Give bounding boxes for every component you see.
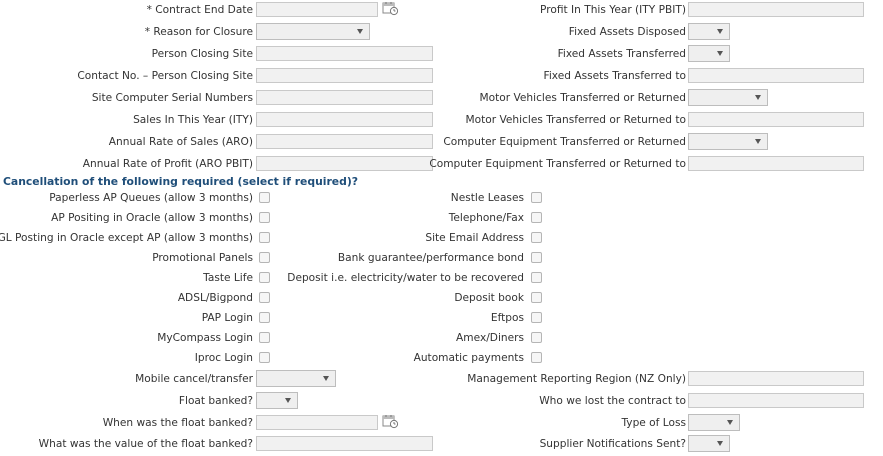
fixed-assets-disposed-select[interactable]	[688, 23, 730, 40]
when-float-banked-label: When was the float banked?	[102, 417, 253, 429]
motor-vehicles-transferred-select[interactable]	[688, 89, 768, 106]
annual-rate-of-profit-label: Annual Rate of Profit (ARO PBIT)	[82, 158, 253, 170]
chevron-down-icon	[357, 29, 363, 34]
mobile-cancel-transfer-select[interactable]	[256, 370, 336, 387]
cancellation-checkbox[interactable]	[531, 292, 542, 303]
cancellation-checkbox[interactable]	[531, 252, 542, 263]
cancellation-checkbox[interactable]	[531, 192, 542, 203]
cancellation-checkbox[interactable]	[259, 272, 270, 283]
computer-equipment-transferred-label: Computer Equipment Transferred or Return…	[443, 136, 686, 148]
cancellation-checkbox[interactable]	[259, 352, 270, 363]
cancellation-checkbox[interactable]	[531, 352, 542, 363]
reason-for-closure-select[interactable]	[256, 23, 370, 40]
value-float-banked-label: What was the value of the float banked?	[38, 438, 253, 450]
sales-this-year-input[interactable]	[256, 112, 433, 127]
reason-for-closure-label: * Reason for Closure	[144, 26, 253, 38]
calendar-icon[interactable]	[382, 1, 399, 16]
checkbox-label: Eftpos	[490, 312, 524, 324]
value-float-banked-input[interactable]	[256, 436, 433, 451]
chevron-down-icon	[323, 376, 329, 381]
checkbox-label: ADSL/Bigpond	[177, 292, 253, 304]
chevron-down-icon	[727, 420, 733, 425]
chevron-down-icon	[755, 95, 761, 100]
fixed-assets-disposed-label: Fixed Assets Disposed	[568, 26, 686, 38]
annual-rate-of-sales-label: Annual Rate of Sales (ARO)	[108, 136, 253, 148]
checkbox-label: PAP Login	[201, 312, 253, 324]
computer-equipment-transferred-select[interactable]	[688, 133, 768, 150]
cancellation-checkbox[interactable]	[531, 212, 542, 223]
cancellation-checkbox[interactable]	[259, 212, 270, 223]
chevron-down-icon	[717, 51, 723, 56]
chevron-down-icon	[717, 29, 723, 34]
fixed-assets-transferred-label: Fixed Assets Transferred	[557, 48, 686, 60]
checkbox-label: Amex/Diners	[456, 332, 524, 344]
computer-equipment-transferred-to-input[interactable]	[688, 156, 864, 171]
sales-this-year-label: Sales In This Year (ITY)	[133, 114, 253, 126]
cancellation-checkbox[interactable]	[531, 232, 542, 243]
checkbox-label: MyCompass Login	[157, 332, 253, 344]
fixed-assets-transferred-select[interactable]	[688, 45, 730, 62]
contact-no-person-closing-site-input[interactable]	[256, 68, 433, 83]
contract-end-date-label: * Contract End Date	[146, 4, 253, 16]
checkbox-label: Taste Life	[203, 272, 253, 284]
checkbox-label: Bank guarantee/performance bond	[337, 252, 524, 264]
checkbox-label: Promotional Panels	[152, 252, 253, 264]
type-of-loss-select[interactable]	[688, 414, 740, 431]
annual-rate-of-sales-input[interactable]	[256, 134, 433, 149]
cancellation-checkbox[interactable]	[531, 312, 542, 323]
supplier-notifications-sent-select[interactable]	[688, 435, 730, 452]
checkbox-label: Deposit book	[454, 292, 524, 304]
checkbox-label: Telephone/Fax	[448, 212, 524, 224]
cancellation-checkbox[interactable]	[531, 332, 542, 343]
checkbox-label: Paperless AP Queues (allow 3 months)	[49, 192, 253, 204]
supplier-notifications-sent-label: Supplier Notifications Sent?	[539, 438, 686, 450]
motor-vehicles-transferred-to-input[interactable]	[688, 112, 864, 127]
cancellation-checkbox[interactable]	[259, 292, 270, 303]
mobile-cancel-transfer-label: Mobile cancel/transfer	[135, 373, 253, 385]
contact-no-person-closing-site-label: Contact No. – Person Closing Site	[77, 70, 253, 82]
cancellation-checkbox[interactable]	[259, 232, 270, 243]
calendar-icon[interactable]	[382, 414, 399, 429]
who-lost-contract-to-label: Who we lost the contract to	[539, 395, 686, 407]
cancellation-checkbox[interactable]	[259, 312, 270, 323]
chevron-down-icon	[285, 398, 291, 403]
person-closing-site-label: Person Closing Site	[151, 48, 253, 60]
checkbox-label: Site Email Address	[425, 232, 524, 244]
checkbox-label: Automatic payments	[413, 352, 524, 364]
checkbox-label: Nestle Leases	[450, 192, 524, 204]
checkbox-label: AP Positing in Oracle (allow 3 months)	[51, 212, 253, 224]
cancellation-heading: Cancellation of the following required (…	[3, 175, 359, 188]
cancellation-checkbox[interactable]	[259, 252, 270, 263]
checkbox-label: GL Posting in Oracle except AP (allow 3 …	[0, 232, 253, 244]
person-closing-site-input[interactable]	[256, 46, 433, 61]
profit-this-year-label: Profit In This Year (ITY PBIT)	[540, 4, 686, 16]
contract-end-date-input[interactable]	[256, 2, 378, 17]
type-of-loss-label: Type of Loss	[621, 417, 686, 429]
motor-vehicles-transferred-label: Motor Vehicles Transferred or Returned	[479, 92, 687, 104]
float-banked-label: Float banked?	[178, 395, 253, 407]
motor-vehicles-transferred-to-label: Motor Vehicles Transferred or Returned t…	[465, 114, 687, 126]
checkbox-label: Iproc Login	[194, 352, 253, 364]
when-float-banked-input[interactable]	[256, 415, 378, 430]
chevron-down-icon	[717, 441, 723, 446]
cancellation-checkbox[interactable]	[259, 332, 270, 343]
management-reporting-region-input[interactable]	[688, 371, 864, 386]
site-computer-serial-numbers-label: Site Computer Serial Numbers	[91, 92, 253, 104]
checkbox-label: Deposit i.e. electricity/water to be rec…	[287, 272, 524, 284]
fixed-assets-transferred-to-label: Fixed Assets Transferred to	[543, 70, 686, 82]
cancellation-checkbox[interactable]	[531, 272, 542, 283]
computer-equipment-transferred-to-label: Computer Equipment Transferred or Return…	[429, 158, 686, 170]
site-computer-serial-numbers-input[interactable]	[256, 90, 433, 105]
profit-this-year-input[interactable]	[688, 2, 864, 17]
management-reporting-region-label: Management Reporting Region (NZ Only)	[467, 373, 686, 385]
chevron-down-icon	[755, 139, 761, 144]
who-lost-contract-to-input[interactable]	[688, 393, 864, 408]
fixed-assets-transferred-to-input[interactable]	[688, 68, 864, 83]
annual-rate-of-profit-input[interactable]	[256, 156, 433, 171]
float-banked-select[interactable]	[256, 392, 298, 409]
cancellation-checkbox[interactable]	[259, 192, 270, 203]
